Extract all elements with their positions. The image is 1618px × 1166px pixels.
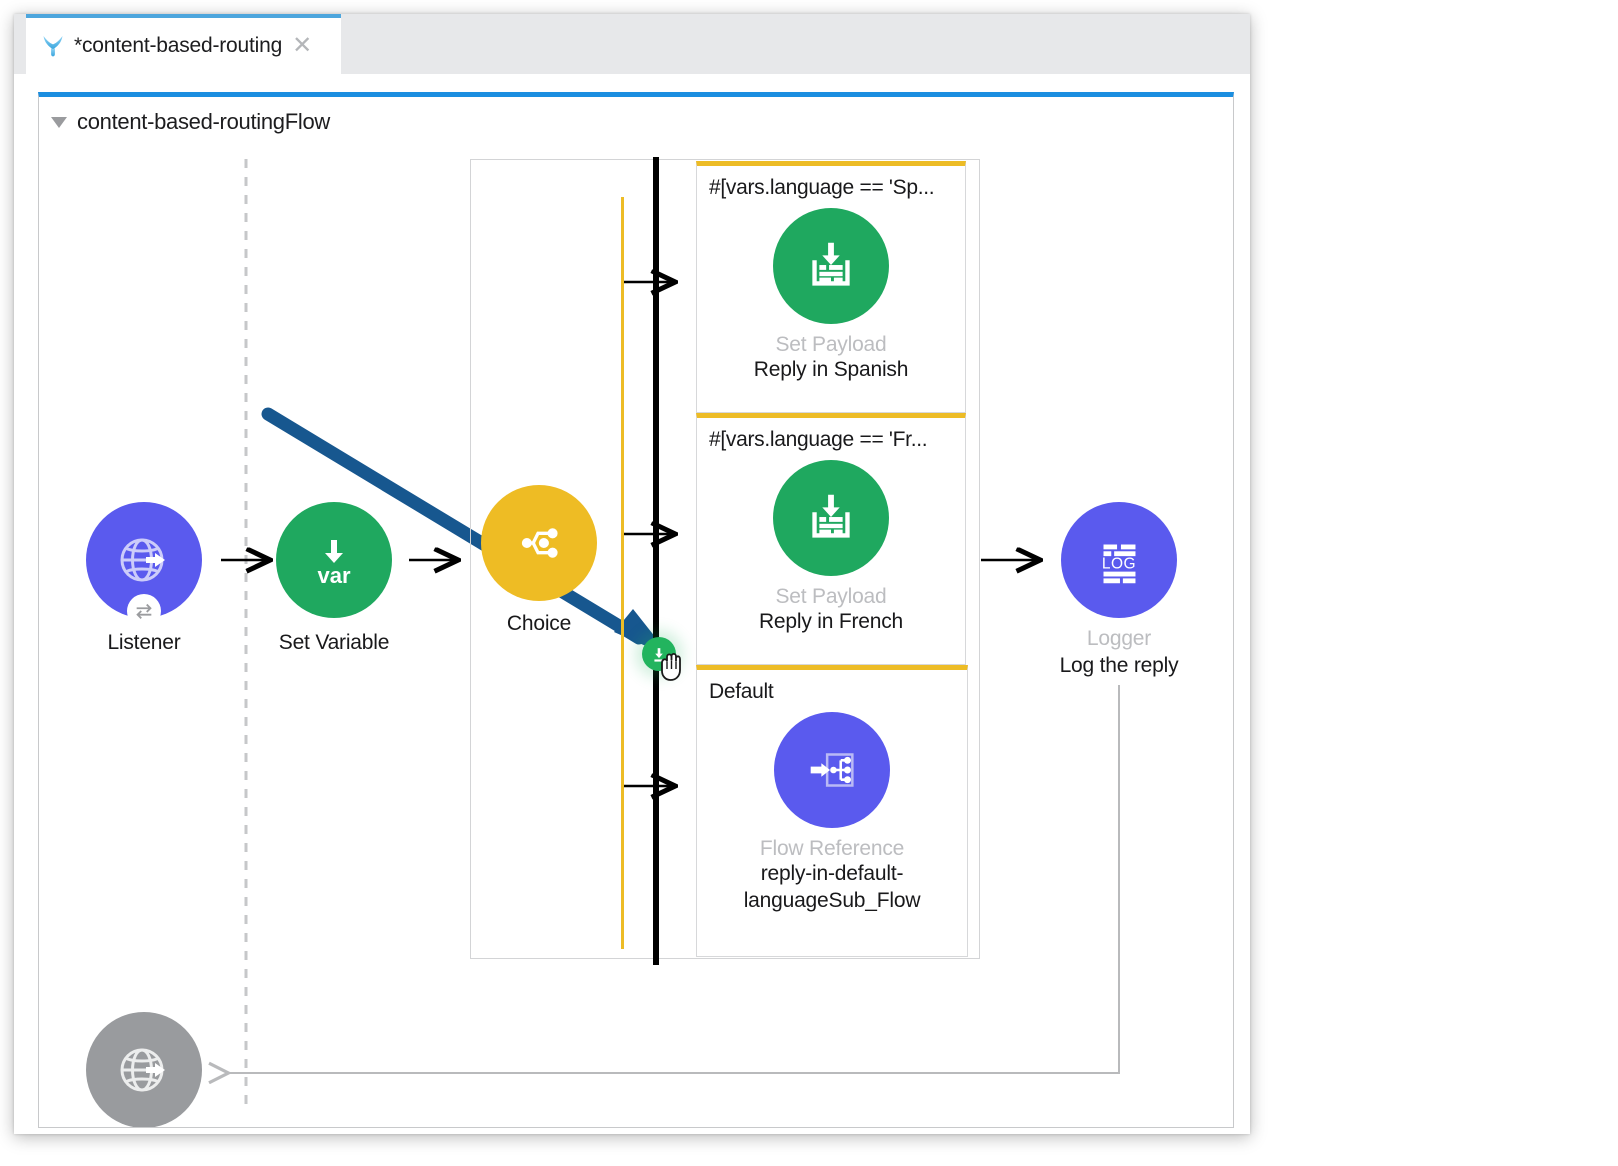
node-response[interactable]: [49, 1012, 239, 1128]
route-node-type-default: Flow Reference: [697, 837, 967, 861]
http-globe-icon[interactable]: [86, 502, 202, 618]
route-box-french[interactable]: #[vars.language == 'Fr...: [696, 413, 966, 665]
route-node-type-spanish: Set Payload: [697, 333, 965, 357]
route-node-name-default: reply-in-default-languageSub_Flow: [697, 861, 967, 914]
svg-text:LOG: LOG: [1102, 556, 1136, 573]
flow-editor-canvas[interactable]: content-based-routingFlow: [38, 92, 1234, 1128]
set-variable-var-icon[interactable]: var: [276, 502, 392, 618]
route-node-name-french: Reply in French: [697, 609, 965, 636]
tab-content-based-routing[interactable]: *content-based-routing ✕: [26, 14, 341, 74]
route-node-default[interactable]: Flow Reference reply-in-default-language…: [697, 712, 967, 914]
logger-log-icon[interactable]: LOG: [1061, 502, 1177, 618]
route-box-default[interactable]: Default: [696, 665, 968, 957]
route-box-spanish[interactable]: #[vars.language == 'Sp...: [696, 161, 966, 413]
route-node-name-spanish: Reply in Spanish: [697, 357, 965, 384]
mule-anypoint-icon: [40, 33, 66, 59]
node-choice[interactable]: Choice: [444, 485, 634, 638]
ide-window: *content-based-routing ✕ content-based-r…: [14, 14, 1250, 1134]
node-listener[interactable]: Listener: [49, 502, 239, 657]
choice-branch-icon[interactable]: [481, 485, 597, 601]
exchange-arrows-icon: [127, 594, 161, 628]
node-label-logger: Log the reply: [1024, 653, 1214, 680]
route-condition-default: Default: [697, 670, 967, 704]
route-node-spanish[interactable]: Set Payload Reply in Spanish: [697, 208, 965, 384]
editor-tab-bar: *content-based-routing ✕: [14, 14, 1250, 74]
set-payload-icon[interactable]: [773, 208, 889, 324]
route-condition-french: #[vars.language == 'Fr...: [697, 418, 965, 452]
svg-text:var: var: [317, 563, 350, 588]
http-globe-icon-disabled[interactable]: [86, 1012, 202, 1128]
route-condition-spanish: #[vars.language == 'Sp...: [697, 166, 965, 200]
node-logger[interactable]: LOG Logger Log the reply: [1024, 502, 1214, 680]
route-node-french[interactable]: Set Payload Reply in French: [697, 460, 965, 636]
flow-diagram: #[vars.language == 'Sp...: [39, 97, 1233, 1128]
set-payload-icon[interactable]: [773, 460, 889, 576]
node-label-choice: Choice: [444, 611, 634, 638]
node-label-set-variable: Set Variable: [239, 630, 429, 657]
screen-root: *content-based-routing ✕ content-based-r…: [0, 0, 1618, 1166]
node-label-listener: Listener: [49, 630, 239, 657]
tab-label: *content-based-routing: [74, 34, 282, 58]
grabbing-hand-cursor: [657, 649, 687, 683]
route-node-type-french: Set Payload: [697, 585, 965, 609]
drop-target-line: [653, 157, 659, 965]
node-set-variable[interactable]: var Set Variable: [239, 502, 429, 657]
close-icon[interactable]: ✕: [292, 34, 312, 58]
flow-reference-icon[interactable]: [774, 712, 890, 828]
node-type-logger: Logger: [1024, 626, 1214, 653]
